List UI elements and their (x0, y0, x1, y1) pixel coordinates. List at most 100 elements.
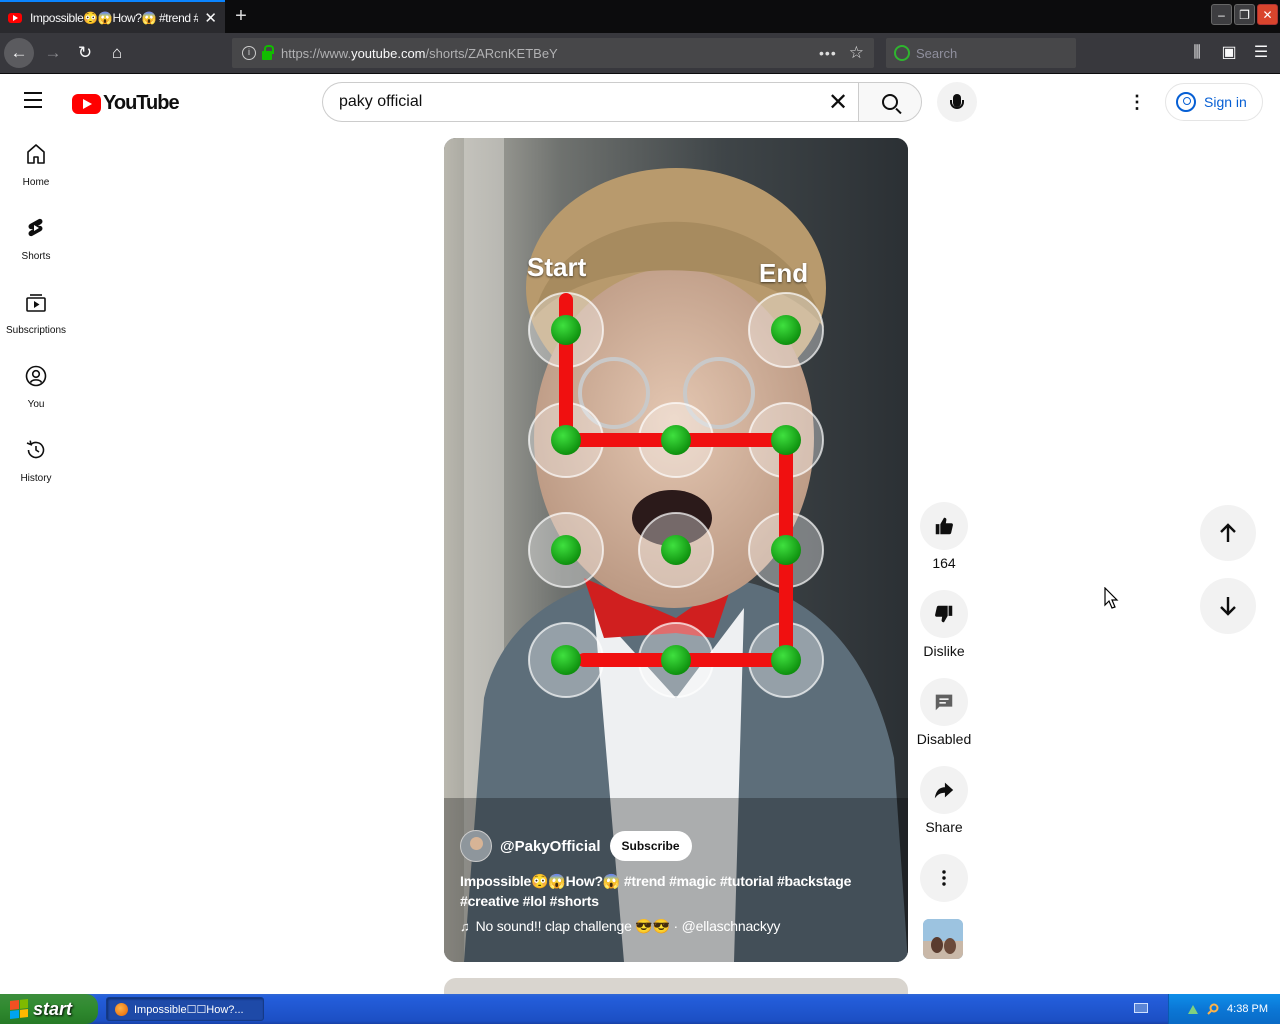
account-icon (1176, 92, 1196, 112)
search-engine-icon (894, 45, 910, 61)
shorts-video-player[interactable]: Start End @PakyOfficial Subscribe Imposs… (444, 138, 908, 962)
share-icon (934, 782, 954, 799)
reload-button[interactable]: ↻ (70, 38, 100, 68)
overlay-start-label: Start (527, 252, 587, 282)
youtube-logo[interactable]: YouTube (72, 92, 180, 115)
youtube-masthead: YouTube paky official ✕ ⋮ Sign in (0, 74, 1280, 130)
guide-item-history[interactable]: History (4, 426, 68, 500)
like-count: 164 (932, 555, 956, 571)
guide-label-home: Home (22, 177, 50, 188)
dislike-button[interactable] (920, 590, 968, 638)
guide-label-shorts: Shorts (21, 251, 51, 262)
guide-label-you: You (27, 399, 45, 410)
guide-item-subscriptions[interactable]: Subscriptions (4, 278, 68, 352)
video-title-line-2: #creative #lol #shorts (460, 893, 599, 909)
dislike-action: Dislike (920, 590, 968, 659)
restore-button[interactable]: ❐ (1234, 4, 1255, 25)
back-button[interactable]: ← (4, 38, 34, 68)
search-icon (882, 94, 898, 110)
guide-label-history: History (20, 473, 52, 484)
share-label: Share (925, 819, 963, 835)
guide-item-home[interactable]: Home (4, 130, 68, 204)
window-controls: – ❐ ✕ (1211, 4, 1278, 25)
browser-tab-active[interactable]: Impossible😳😱How?😱 #trend #m ✕ (0, 0, 225, 33)
network-icon[interactable] (1187, 1003, 1199, 1015)
url-bar[interactable]: i https://www. youtube.com/shorts/ZARcnKE… (232, 38, 874, 68)
overlay-end-label: End (759, 258, 809, 288)
comments-button[interactable] (920, 678, 968, 726)
search-query: paky official (339, 93, 423, 110)
start-button[interactable]: start (0, 994, 98, 1024)
arrow-up-icon (1220, 523, 1236, 542)
music-link[interactable]: ♫ No sound!! clap challenge 😎😎 · @ellasc… (460, 918, 780, 935)
channel-name[interactable]: @PakyOfficial (500, 838, 601, 855)
url-path: /shorts/ZARcnKETBeY (425, 45, 558, 61)
like-action: 164 (920, 502, 968, 571)
more-options-button[interactable] (920, 854, 968, 902)
share-action: Share (920, 766, 968, 835)
youtube-favicon-icon (8, 12, 22, 23)
info-icon[interactable]: i (242, 46, 256, 60)
mouse-cursor-icon (1104, 587, 1119, 609)
music-note-icon: ♫ (460, 919, 470, 934)
more-action (920, 854, 968, 902)
windows-taskbar: start Impossible☐☐How?... 4:38 PM (0, 994, 1280, 1024)
firefox-icon (115, 1002, 128, 1016)
comments-action: Disabled (917, 678, 971, 747)
next-short-button[interactable] (1200, 578, 1256, 634)
music-label: No sound!! clap challenge 😎😎 · @ellaschn… (475, 918, 781, 934)
menu-icon[interactable]: ☰ (1250, 38, 1272, 68)
tab-close-icon[interactable]: ✕ (204, 9, 217, 27)
youtube-play-logo-icon (72, 93, 101, 114)
settings-menu-icon[interactable]: ⋮ (1126, 90, 1148, 114)
dislike-label: Dislike (923, 643, 965, 659)
search-button[interactable] (858, 82, 922, 122)
new-tab-button[interactable]: + (230, 3, 252, 29)
minimize-button[interactable]: – (1211, 4, 1232, 25)
browser-titlebar: Impossible😳😱How?😱 #trend #m ✕ + – ❐ ✕ (0, 0, 1280, 33)
browser-search-field[interactable]: Search (886, 38, 1076, 68)
taskbar-item-label: Impossible☐☐How?... (134, 1003, 244, 1016)
sidebar-icon[interactable]: ▣ (1218, 38, 1240, 68)
browser-navbar: ← → ↻ ⌂ i https://www. youtube.com/shorts… (0, 33, 1280, 74)
keyboard-layout-icon[interactable] (1134, 1003, 1148, 1013)
channel-avatar[interactable] (460, 830, 492, 862)
close-window-button[interactable]: ✕ (1257, 4, 1278, 25)
clear-search-icon[interactable]: ✕ (818, 88, 858, 117)
channel-row: @PakyOfficial Subscribe (460, 830, 692, 862)
tab-title: Impossible😳😱How?😱 #trend #m (30, 10, 199, 25)
guide-menu-icon[interactable] (24, 92, 48, 112)
you-icon (25, 365, 47, 387)
url-prefix: https://www. (281, 45, 352, 61)
system-tray: 4:38 PM (1168, 994, 1280, 1024)
previous-short-button[interactable] (1200, 505, 1256, 561)
search-input[interactable]: paky official ✕ (322, 82, 858, 122)
guide-label-subscriptions: Subscriptions (5, 325, 67, 336)
page-actions-icon[interactable]: ••• (819, 45, 837, 61)
like-button[interactable] (920, 502, 968, 550)
clock[interactable]: 4:38 PM (1227, 1003, 1268, 1015)
video-title[interactable]: Impossible😳😱How?😱 #trend #magic #tutoria… (460, 871, 880, 911)
guide-item-shorts[interactable]: Shorts (4, 204, 68, 278)
sign-in-button[interactable]: Sign in (1165, 83, 1263, 121)
home-button[interactable]: ⌂ (102, 38, 132, 68)
voice-search-button[interactable] (937, 82, 977, 122)
history-icon (26, 440, 45, 459)
comment-icon (935, 694, 953, 711)
lock-icon (262, 44, 274, 60)
comments-label: Disabled (916, 731, 972, 747)
taskbar-item-firefox[interactable]: Impossible☐☐How?... (106, 997, 264, 1021)
browser-search-placeholder: Search (916, 45, 958, 61)
library-icon[interactable]: ⫼ (1186, 38, 1208, 68)
more-vertical-icon (942, 870, 946, 886)
guide-item-you[interactable]: You (4, 352, 68, 426)
share-button[interactable] (920, 766, 968, 814)
shorts-icon (28, 218, 43, 237)
subscribe-button[interactable]: Subscribe (609, 831, 692, 861)
security-search-icon[interactable] (1207, 1003, 1219, 1015)
bookmark-star-icon[interactable]: ☆ (849, 43, 864, 63)
forward-button[interactable]: → (38, 38, 68, 68)
home-icon (27, 144, 45, 164)
sound-thumbnail[interactable] (923, 919, 963, 959)
thumbs-down-icon (935, 605, 953, 623)
